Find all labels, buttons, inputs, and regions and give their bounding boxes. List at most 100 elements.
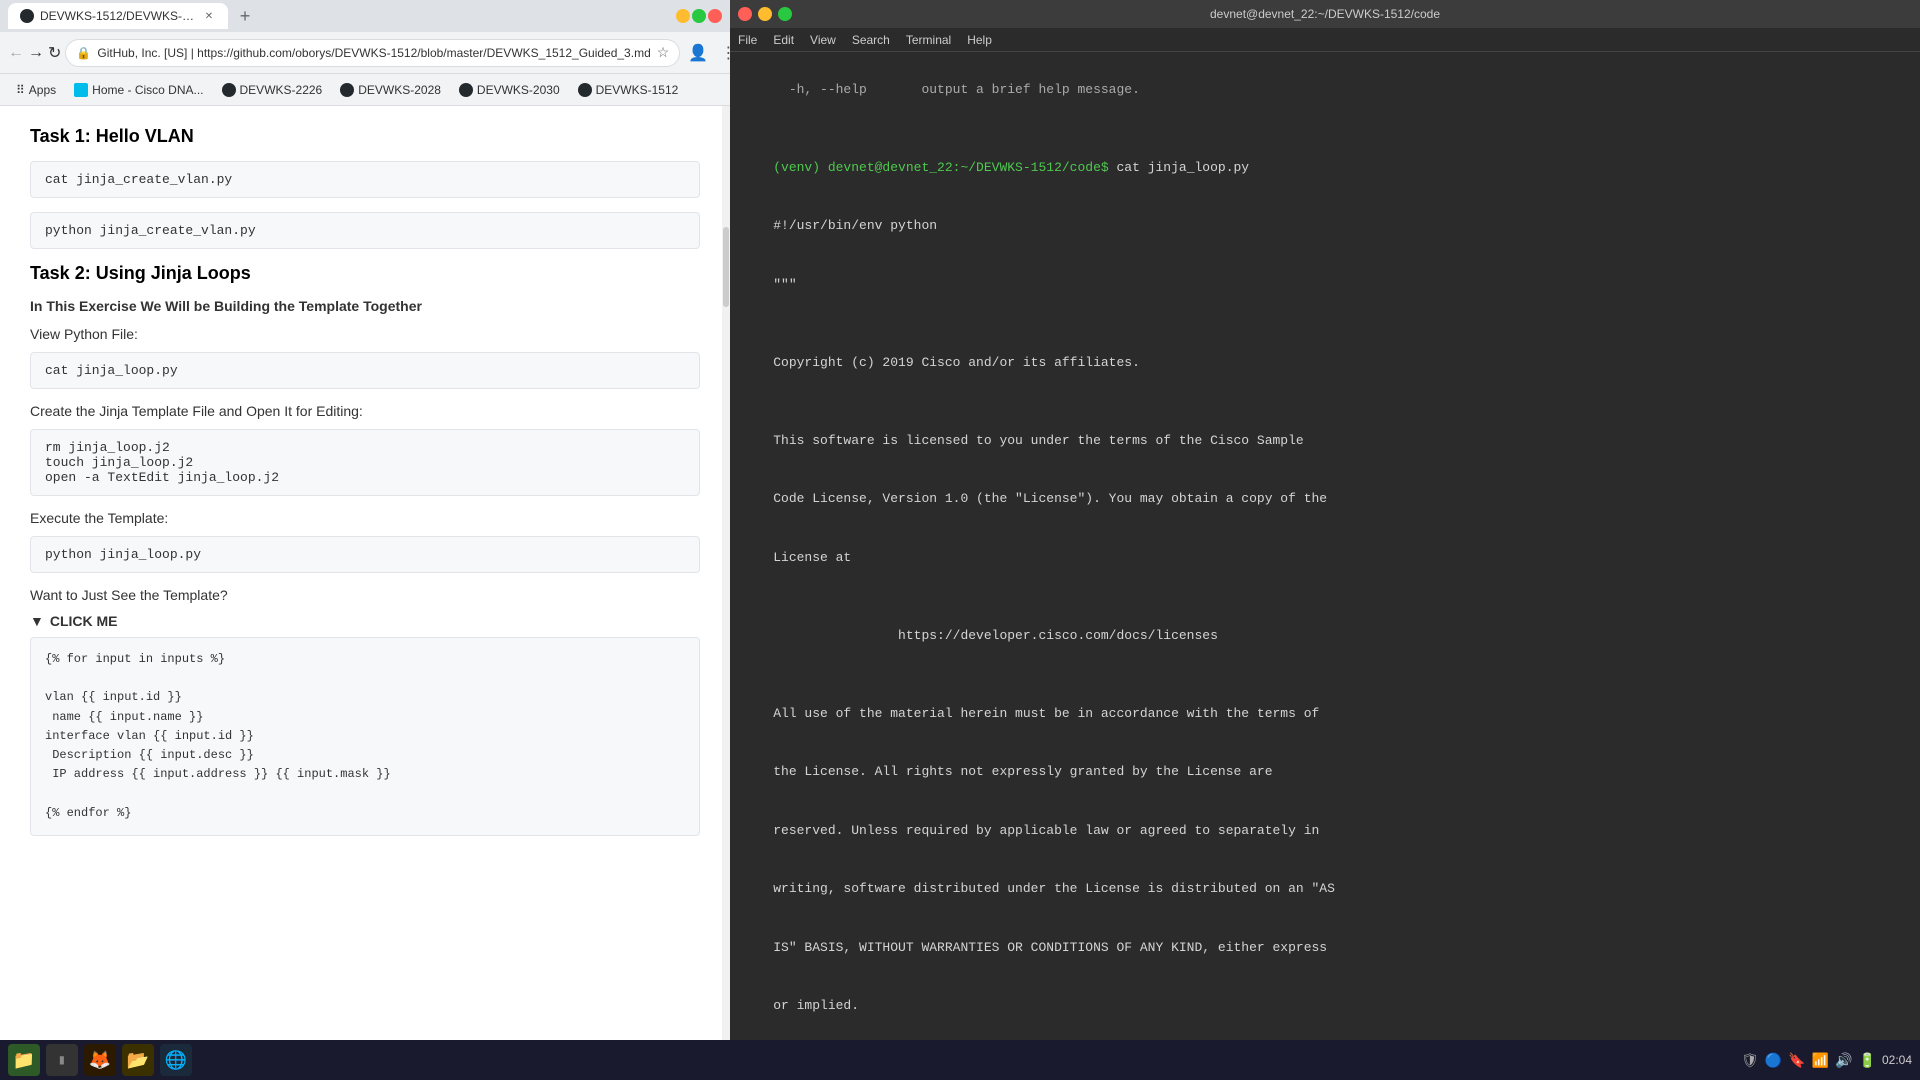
collapse-header[interactable]: ▼ CLICK ME [30,613,700,629]
terminal-line-license8: or implied. [773,998,859,1013]
collapse-indicator: ▼ [30,613,44,629]
bookmark-devwks-1512[interactable]: DEVWKS-1512 [570,79,687,101]
terminal-content[interactable]: -h, --help output a brief help message. … [730,52,1920,1080]
cisco-favicon [74,83,88,97]
chrome-icon-symbol: 🌐 [165,1050,187,1071]
minimize-button[interactable] [676,9,690,23]
tab-favicon [20,9,34,23]
terminal-line-copyright: Copyright (c) 2019 Cisco and/or its affi… [773,355,1140,370]
task2-subtitle: In This Exercise We Will be Building the… [30,298,700,314]
terminal-menu-terminal[interactable]: Terminal [906,33,951,47]
bookmark-devwks-2226[interactable]: DEVWKS-2226 [214,79,331,101]
terminal-line-shebang: #!/usr/bin/env python [773,218,937,233]
bookmark-apps[interactable]: ⠿ Apps [8,79,64,101]
browser-window: DEVWKS-1512/DEVWKS-1512_... ✕ + ← → ↻ 🔒 … [0,0,730,1080]
bluetooth-tray-icon[interactable]: 🔵 [1765,1052,1782,1069]
collapse-label: CLICK ME [50,613,118,629]
close-button[interactable] [708,9,722,23]
page-content: Task 1: Hello VLAN cat jinja_create_vlan… [0,106,730,1080]
tab-title: DEVWKS-1512/DEVWKS-1512_... [40,9,196,23]
maximize-button[interactable] [692,9,706,23]
terminal-menu-view[interactable]: View [810,33,836,47]
terminal-menu: File Edit View Search Terminal Help [730,28,1920,52]
address-text: GitHub, Inc. [US] | https://github.com/o… [97,46,650,60]
terminal-line-license4: the License. All rights not expressly gr… [773,764,1272,779]
code-block-4: rm jinja_loop.j2 touch jinja_loop.j2 ope… [30,429,700,496]
files-icon-symbol: 📁 [13,1050,35,1071]
github-favicon-2028 [340,83,354,97]
code-text-2: python jinja_create_vlan.py [45,223,256,238]
terminal-menu-search[interactable]: Search [852,33,890,47]
volume-tray-icon[interactable]: 🔊 [1835,1052,1852,1069]
collapse-section: ▼ CLICK ME {% for input in inputs %}vlan… [30,613,700,836]
bookmark-devwks-2030[interactable]: DEVWKS-2030 [451,79,568,101]
content-area: Task 1: Hello VLAN cat jinja_create_vlan… [0,106,730,1080]
terminal-cmd-1: cat jinja_loop.py [1109,160,1249,175]
terminal-prompt-1: (venv) devnet@devnet_22:~/DEVWKS-1512/co… [773,160,1108,175]
bookmark-devwks-1512-label: DEVWKS-1512 [596,83,679,97]
scrollbar-thumb[interactable] [723,227,729,307]
active-tab[interactable]: DEVWKS-1512/DEVWKS-1512_... ✕ [8,3,228,29]
code-block-2: python jinja_create_vlan.py [30,212,700,249]
folder-icon-symbol: 📂 [127,1050,149,1071]
terminal-menu-file[interactable]: File [738,33,757,47]
bookmark-devwks-2226-label: DEVWKS-2226 [240,83,323,97]
terminal-title-bar: devnet@devnet_22:~/DEVWKS-1512/code [730,0,1920,28]
view-python-label: View Python File: [30,326,700,342]
code-block-1: cat jinja_create_vlan.py [30,161,700,198]
title-bar: DEVWKS-1512/DEVWKS-1512_... ✕ + [0,0,730,32]
bookmark-home-cisco[interactable]: Home - Cisco DNA... [66,79,211,101]
forward-button[interactable]: → [28,39,44,67]
bookmark-apps-label: Apps [29,83,56,97]
browser-icon-symbol: 🦊 [89,1050,111,1071]
terminal-title: devnet@devnet_22:~/DEVWKS-1512/code [1210,7,1440,21]
reload-button[interactable]: ↻ [48,39,61,67]
bookmark-devwks-2028[interactable]: DEVWKS-2028 [332,79,449,101]
terminal-line-url: https://developer.cisco.com/docs/license… [773,628,1218,643]
taskbar-files-icon[interactable]: 📁 [8,1044,40,1076]
address-bar[interactable]: 🔒 GitHub, Inc. [US] | https://github.com… [65,39,680,67]
terminal-line-all-use: All use of the material herein must be i… [773,706,1319,721]
terminal-line-license6: writing, software distributed under the … [773,881,1335,896]
taskbar-terminal-icon[interactable]: ▮ [46,1044,78,1076]
bookmark-devwks-2030-label: DEVWKS-2030 [477,83,560,97]
battery-tray-icon[interactable]: 🔋 [1859,1052,1876,1069]
code-line-1: rm jinja_loop.j2 [45,440,685,455]
code-block-5: python jinja_loop.py [30,536,700,573]
taskbar-browser-icon[interactable]: 🦊 [84,1044,116,1076]
terminal-menu-help[interactable]: Help [967,33,992,47]
terminal-line-license1: This software is licensed to you under t… [773,433,1304,448]
terminal-maximize-button[interactable] [778,7,792,21]
terminal-line-license7: IS" BASIS, WITHOUT WARRANTIES OR CONDITI… [773,940,1327,955]
window-controls [676,9,722,23]
system-tray: 🛡 🔵 🔖 📶 🔊 🔋 02:04 [1741,1052,1912,1069]
taskbar-folder-icon[interactable]: 📂 [122,1044,154,1076]
new-tab-button[interactable]: + [232,3,258,29]
apps-grid-icon: ⠿ [16,83,25,97]
taskbar: 📁 ▮ 🦊 📂 🌐 🛡 🔵 🔖 📶 🔊 🔋 02:04 [0,1040,1920,1080]
terminal-minimize-button[interactable] [758,7,772,21]
github-favicon-1512 [578,83,592,97]
scrollbar[interactable] [722,106,730,1080]
execute-label: Execute the Template: [30,510,700,526]
terminal-icon-symbol: ▮ [58,1052,66,1068]
system-clock: 02:04 [1882,1053,1912,1067]
collapse-content: {% for input in inputs %}vlan {{ input.i… [30,637,700,836]
shield-tray-icon[interactable]: 🛡 [1741,1052,1759,1069]
back-button[interactable]: ← [8,39,24,67]
task2-title: Task 2: Using Jinja Loops [30,263,700,284]
terminal-line-license5: reserved. Unless required by applicable … [773,823,1319,838]
code-text-1: cat jinja_create_vlan.py [45,172,232,187]
terminal-menu-edit[interactable]: Edit [773,33,794,47]
tab-close-button[interactable]: ✕ [202,9,216,23]
profile-icon[interactable]: 👤 [684,39,712,67]
bookmark-star-icon[interactable]: ☆ [657,44,670,61]
bookmark-devwks-2028-label: DEVWKS-2028 [358,83,441,97]
terminal-close-button[interactable] [738,7,752,21]
code-line-2: touch jinja_loop.j2 [45,455,685,470]
bookmarks-tray-icon[interactable]: 🔖 [1788,1052,1805,1069]
task1-title: Task 1: Hello VLAN [30,126,700,147]
taskbar-chrome-icon[interactable]: 🌐 [160,1044,192,1076]
terminal-window-controls [738,7,792,21]
network-tray-icon[interactable]: 📶 [1812,1052,1829,1069]
